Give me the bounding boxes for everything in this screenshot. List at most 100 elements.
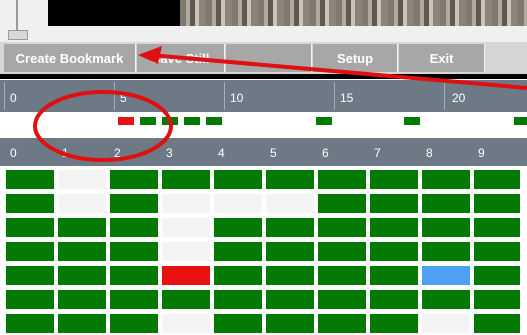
grid-cell[interactable]	[474, 170, 520, 189]
grid-cell[interactable]	[110, 194, 158, 213]
grid-cell[interactable]	[110, 242, 158, 261]
grid-cell[interactable]	[370, 170, 418, 189]
grid-cell[interactable]	[318, 194, 366, 213]
grid-cell[interactable]	[58, 314, 106, 333]
grid-cell[interactable]	[370, 242, 418, 261]
column-label: 2	[114, 146, 121, 160]
grid-cell[interactable]	[6, 218, 54, 237]
grid-cell[interactable]	[318, 242, 366, 261]
grid-cell[interactable]	[266, 218, 314, 237]
grid-cell[interactable]	[474, 242, 520, 261]
bookmark-marker-row	[0, 112, 527, 130]
grid-cell[interactable]	[318, 266, 366, 285]
bookmark-marker[interactable]	[206, 117, 222, 125]
grid-cell-empty	[266, 194, 314, 213]
grid-cell-empty	[214, 194, 262, 213]
grid-cell[interactable]	[6, 314, 54, 333]
grid-cell[interactable]	[370, 218, 418, 237]
column-label: 6	[322, 146, 329, 160]
bookmark-marker[interactable]	[316, 117, 332, 125]
column-label: 4	[218, 146, 225, 160]
grid-cell[interactable]	[422, 242, 470, 261]
bookmark-marker[interactable]	[162, 117, 178, 125]
grid-cell[interactable]	[214, 266, 262, 285]
grid-column-header	[0, 138, 527, 166]
grid-cell[interactable]	[318, 314, 366, 333]
grid-cell[interactable]	[110, 170, 158, 189]
ruler-label: 0	[10, 91, 17, 105]
grid-cell-empty	[422, 314, 470, 333]
grid-cell[interactable]	[214, 290, 262, 309]
video-preview-black	[48, 0, 180, 26]
save-still-button[interactable]: Save Still	[137, 44, 225, 72]
bookmark-marker[interactable]	[514, 117, 527, 125]
toolbar-blank-button[interactable]	[226, 44, 312, 72]
toolbar-divider	[0, 74, 527, 79]
grid-cell[interactable]	[6, 290, 54, 309]
ruler-label: 20	[452, 91, 466, 105]
create-bookmark-button[interactable]: Create Bookmark	[4, 44, 136, 72]
grid-cell[interactable]	[474, 194, 520, 213]
grid-cell[interactable]	[110, 218, 158, 237]
column-label: 1	[62, 146, 69, 160]
grid-cell-selected[interactable]	[162, 266, 210, 285]
column-label: 0	[10, 146, 17, 160]
grid-cell[interactable]	[214, 170, 262, 189]
column-label: 7	[374, 146, 381, 160]
bookmark-marker-active[interactable]	[118, 117, 134, 125]
grid-cell[interactable]	[58, 242, 106, 261]
grid-cell[interactable]	[422, 170, 470, 189]
grid-cell[interactable]	[422, 218, 470, 237]
grid-cell-empty	[162, 194, 210, 213]
grid-cell[interactable]	[110, 290, 158, 309]
grid-cell[interactable]	[266, 290, 314, 309]
grid-cell[interactable]	[214, 242, 262, 261]
grid-cell[interactable]	[474, 266, 520, 285]
bookmark-marker[interactable]	[140, 117, 156, 125]
grid-cell-empty	[162, 314, 210, 333]
grid-cell[interactable]	[6, 194, 54, 213]
grid-cell[interactable]	[266, 170, 314, 189]
grid-cell[interactable]	[474, 218, 520, 237]
grid-cell-empty	[162, 242, 210, 261]
grid-cell[interactable]	[6, 266, 54, 285]
grid-cell[interactable]	[422, 194, 470, 213]
grid-cell[interactable]	[266, 266, 314, 285]
grid-cell-empty	[58, 194, 106, 213]
grid-cell[interactable]	[370, 266, 418, 285]
grid-cell[interactable]	[318, 218, 366, 237]
grid-cell[interactable]	[162, 290, 210, 309]
grid-cell[interactable]	[214, 218, 262, 237]
grid-cell[interactable]	[422, 290, 470, 309]
grid-cell[interactable]	[110, 314, 158, 333]
grid-cell[interactable]	[370, 314, 418, 333]
grid-cell[interactable]	[474, 314, 520, 333]
grid-cell[interactable]	[110, 266, 158, 285]
grid-cell[interactable]	[370, 194, 418, 213]
grid-cell[interactable]	[474, 290, 520, 309]
bookmark-marker[interactable]	[184, 117, 200, 125]
setup-button[interactable]: Setup	[313, 44, 398, 72]
ruler-segment	[114, 82, 222, 110]
exit-button[interactable]: Exit	[399, 44, 485, 72]
grid-cell[interactable]	[58, 290, 106, 309]
grid-cell[interactable]	[6, 170, 54, 189]
volume-slider-thumb[interactable]	[8, 30, 28, 40]
column-label: 3	[166, 146, 173, 160]
grid-cell-empty	[162, 218, 210, 237]
grid-cell[interactable]	[318, 170, 366, 189]
grid-cell[interactable]	[6, 242, 54, 261]
grid-cell[interactable]	[214, 314, 262, 333]
column-label: 5	[270, 146, 277, 160]
bookmark-marker[interactable]	[404, 117, 420, 125]
grid-cell[interactable]	[58, 266, 106, 285]
grid-cell[interactable]	[162, 170, 210, 189]
column-label: 9	[478, 146, 485, 160]
ruler-label: 10	[230, 91, 244, 105]
grid-cell[interactable]	[266, 242, 314, 261]
grid-cell-highlighted[interactable]	[422, 266, 470, 285]
grid-cell[interactable]	[318, 290, 366, 309]
grid-cell[interactable]	[370, 290, 418, 309]
grid-cell[interactable]	[58, 218, 106, 237]
grid-cell[interactable]	[266, 314, 314, 333]
